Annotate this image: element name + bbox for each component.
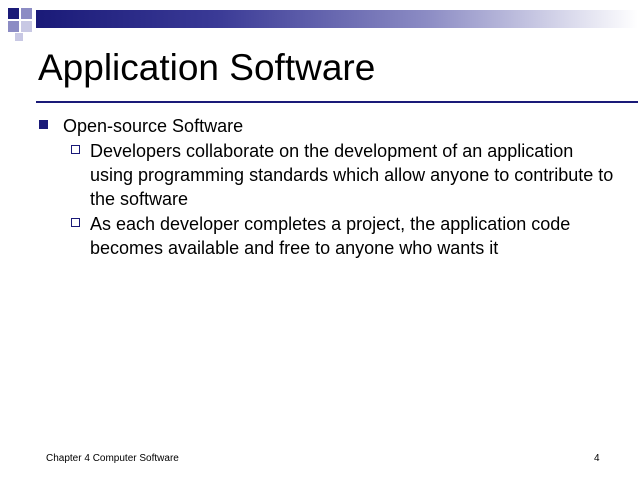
decor-square [15, 33, 23, 41]
hollow-square-bullet-icon [71, 218, 80, 227]
bullet-item: Open-source Software [36, 114, 616, 138]
sub-bullet-text: As each developer completes a project, t… [90, 214, 571, 258]
bullet-text: Open-source Software [63, 116, 244, 136]
decor-square [21, 21, 32, 32]
slide: Application Software Open-source Softwar… [0, 0, 638, 478]
page-number: 4 [594, 453, 600, 464]
decor-square [8, 21, 19, 32]
sub-bullet-item: Developers collaborate on the developmen… [36, 139, 616, 211]
decor-square [8, 8, 19, 19]
slide-title: Application Software [38, 47, 376, 88]
hollow-square-bullet-icon [71, 145, 80, 154]
decor-square [21, 8, 32, 19]
title-divider [36, 101, 638, 103]
sub-bullet-item: As each developer completes a project, t… [36, 212, 616, 260]
sub-bullet-text: Developers collaborate on the developmen… [90, 141, 614, 209]
filled-square-bullet-icon [39, 120, 48, 129]
bullet-list: Open-source Software Developers collabor… [36, 114, 616, 260]
footer-chapter-label: Chapter 4 Computer Software [46, 453, 179, 464]
header-gradient-band [36, 10, 638, 28]
